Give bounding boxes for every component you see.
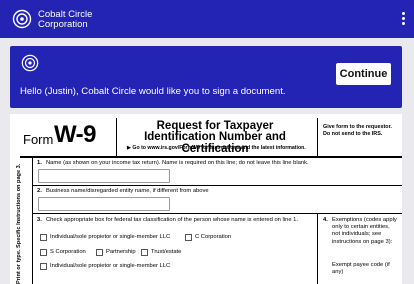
row-rule [33,185,402,186]
checkbox-individual[interactable] [40,234,47,241]
cobalt-circle-logo-icon [12,9,32,29]
checkbox-trust-estate[interactable] [141,249,148,256]
checkbox-c-corporation[interactable] [185,234,192,241]
checkbox-s-corporation[interactable] [40,249,47,256]
line-3-number: 3. [37,217,42,223]
left-margin-rule [32,157,33,284]
exemptions-text: Exemptions (codes apply only to certain … [332,217,398,246]
column-divider [317,213,318,284]
kebab-menu-icon[interactable] [400,12,406,26]
option-trust-estate: Trust/estate [151,249,181,255]
instructions-link-text: ▶ Go to www.irs.gov/FormW9 for instructi… [127,145,317,151]
line-1-number: 1. [37,160,42,166]
option-individual: Individual/sole propietor or single-memb… [50,234,170,240]
line-4-number: 4. [323,217,328,223]
side-instructions-text: Print or type. Specific Instructions on … [16,164,22,284]
checkbox-individual-llc[interactable] [40,263,47,270]
give-form-note: Give form to the requestor. Do not send … [323,124,399,138]
top-bar: Cobalt Circle Corporation [0,0,414,38]
checkbox-partnership[interactable] [96,249,103,256]
continue-button[interactable]: Continue [336,63,391,85]
side-text-1: Print or type. [16,250,22,284]
line-2-label: Business name/disregarded entity name, i… [46,188,209,194]
option-individual-llc: Individual/sole propietor or single-memb… [50,263,170,269]
option-s-corporation: S Corporation [50,249,86,255]
header-rule [20,156,402,158]
cobalt-circle-logo-icon [21,54,39,72]
header-divider [116,118,117,156]
header-divider [317,118,318,156]
exempt-payee-label: Exempt payee code (if any) [332,262,398,276]
option-c-corporation: C Corporation [195,234,231,240]
line-1-label: Name (as shown on your income tax return… [46,160,309,166]
form-title-line-2: Identification Number and Certification [120,131,310,155]
banner-message: Hello (Justin), Cobalt Circle would like… [20,86,286,97]
line-3-label: Check appropriate box for federal tax cl… [46,217,298,223]
brand-line-2: Corporation [38,20,92,30]
form-word: Form [23,132,53,147]
option-partnership: Partnership [106,249,136,255]
w9-document: Form W-9 Request for Taxpayer Identifica… [10,114,402,284]
brand-name: Cobalt Circle Corporation [38,10,92,30]
line-2-number: 2. [37,188,42,194]
form-code: W-9 [54,121,96,149]
row-rule [33,213,402,214]
side-text-2: Specific Instructions on page 3. [16,164,22,248]
name-input[interactable] [38,169,170,183]
business-name-input[interactable] [38,197,170,211]
